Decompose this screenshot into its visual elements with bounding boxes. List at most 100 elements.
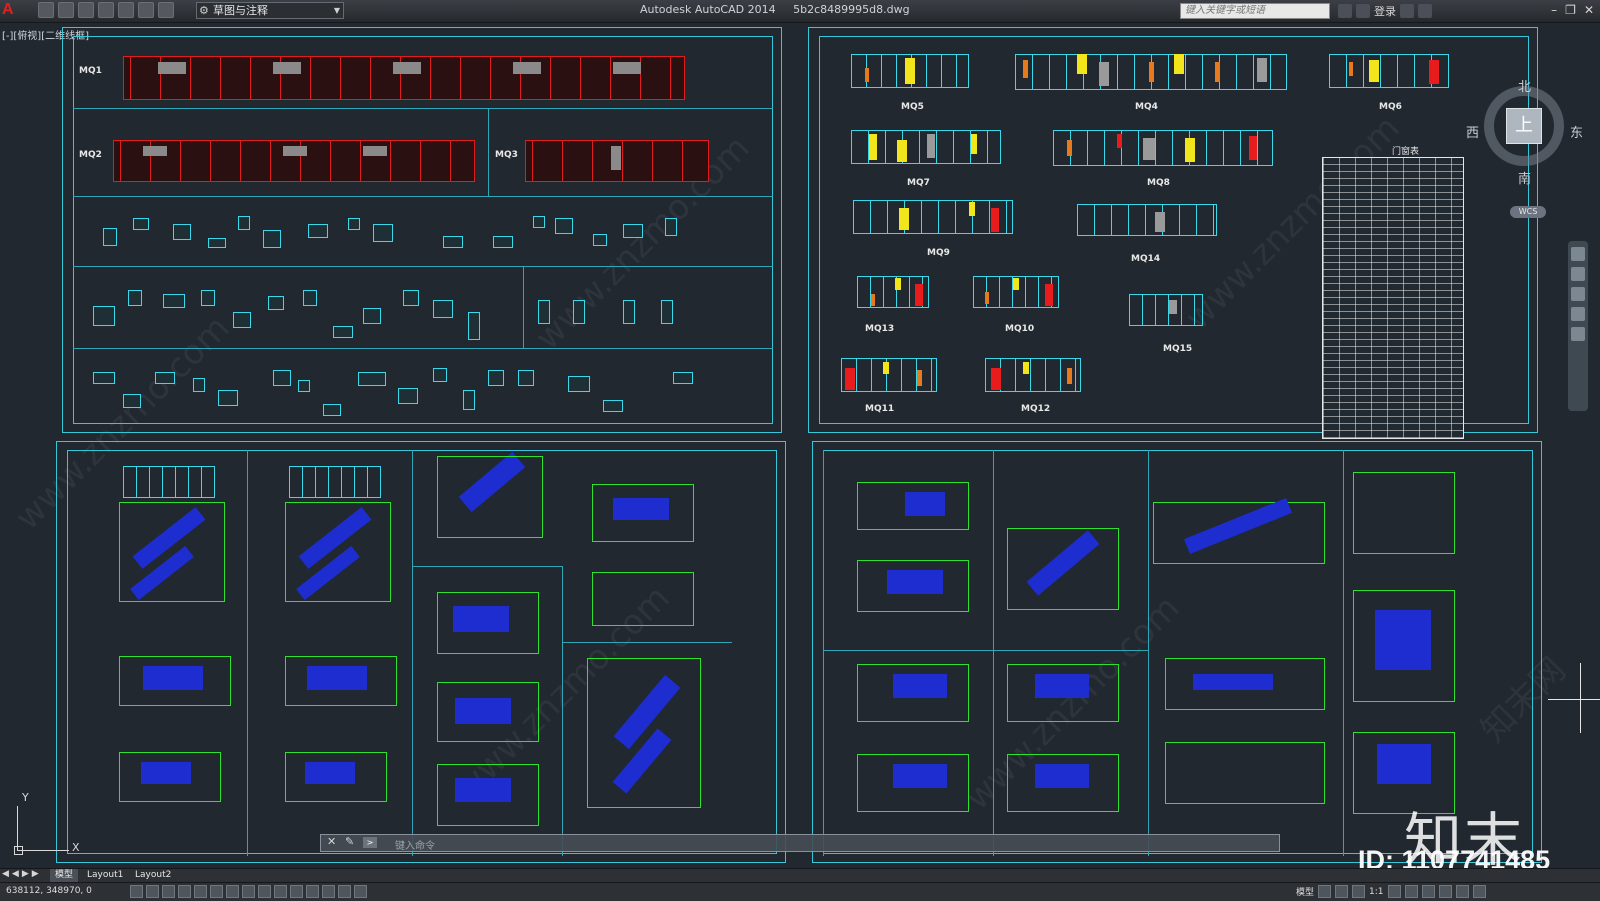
close-icon[interactable]: ✕ xyxy=(1584,3,1594,17)
exchange-icon[interactable] xyxy=(1400,4,1414,18)
save-as-icon[interactable] xyxy=(98,2,114,18)
object-snap-icon[interactable] xyxy=(210,885,223,898)
workspace-switching-icon[interactable] xyxy=(1404,885,1418,898)
restore-icon[interactable]: ❐ xyxy=(1565,3,1576,17)
curtain-wall-tag: MQ7 xyxy=(907,178,930,188)
curtain-wall-tag: MQ14 xyxy=(1131,254,1161,264)
quick-properties-icon[interactable] xyxy=(322,885,335,898)
drawing-sheet-stairs-a xyxy=(56,441,786,863)
autocad-logo-icon[interactable]: A xyxy=(2,1,20,19)
title-bar-tools: 登录 xyxy=(1338,3,1432,19)
workspace-select[interactable]: ⚙ 草图与注释 ▼ xyxy=(196,2,344,19)
command-input[interactable]: 键入命令 xyxy=(395,837,435,852)
open-file-icon[interactable] xyxy=(58,2,74,18)
zoom-icon[interactable] xyxy=(1571,287,1585,301)
viewcube-top-face[interactable]: 上 xyxy=(1506,108,1542,144)
object-snap-tracking-icon[interactable] xyxy=(242,885,255,898)
curtain-wall-tag: MQ11 xyxy=(865,404,895,414)
annotation-visibility-icon[interactable] xyxy=(1387,885,1401,898)
curtain-wall-tag: MQ4 xyxy=(1135,102,1158,112)
navigation-bar xyxy=(1568,241,1588,411)
curtain-wall-tag: MQ15 xyxy=(1163,344,1193,354)
dynamic-input-icon[interactable] xyxy=(274,885,287,898)
title-bar: A ⚙ 草图与注释 ▼ Autodesk AutoCAD 2014 5b2c84… xyxy=(0,0,1600,23)
layout-tab-bar: ◀◀▶▶ 模型 Layout1 Layout2 xyxy=(0,868,1600,883)
curtain-wall-tag: MQ5 xyxy=(901,102,924,112)
binoculars-icon[interactable] xyxy=(1338,4,1352,18)
curtain-wall-tag: MQ9 xyxy=(927,248,950,258)
elevation-tag: MQ1 xyxy=(79,66,102,76)
annotation-scale-icon[interactable] xyxy=(1352,885,1366,898)
viewcube[interactable]: 上 北 南 东 西 WCS xyxy=(1466,76,1586,226)
dynamic-ucs-icon[interactable] xyxy=(258,885,271,898)
gear-icon: ⚙ xyxy=(199,4,209,17)
curtain-wall-tag: MQ10 xyxy=(1005,324,1035,334)
infer-constraints-icon[interactable] xyxy=(130,885,143,898)
quick-view-layouts-icon[interactable] xyxy=(1318,885,1332,898)
minimize-icon[interactable]: – xyxy=(1551,3,1557,17)
compass-south[interactable]: 南 xyxy=(1518,168,1531,187)
showmotion-icon[interactable] xyxy=(1571,327,1585,341)
orbit-icon[interactable] xyxy=(1571,307,1585,321)
new-file-icon[interactable] xyxy=(38,2,54,18)
window-controls: – ❐ ✕ xyxy=(1551,3,1594,17)
quick-view-drawings-icon[interactable] xyxy=(1335,885,1349,898)
command-line[interactable]: ✕ ✎ > 键入命令 xyxy=(320,834,1280,852)
curtain-wall-tag: MQ12 xyxy=(1021,404,1051,414)
close-icon[interactable]: ✕ xyxy=(327,835,336,848)
lock-icon[interactable] xyxy=(1421,885,1435,898)
ucs-icon: Y X xyxy=(12,791,82,855)
search-input[interactable]: 键入关键字或短语 xyxy=(1180,3,1330,19)
lineweight-icon[interactable] xyxy=(290,885,303,898)
pan-icon[interactable] xyxy=(1571,267,1585,281)
quick-access-toolbar xyxy=(38,2,174,20)
tab-layout1[interactable]: Layout1 xyxy=(82,869,128,882)
isolate-objects-icon[interactable] xyxy=(1455,885,1469,898)
snap-mode-icon[interactable] xyxy=(146,885,159,898)
compass-north[interactable]: 北 xyxy=(1518,76,1531,95)
steering-wheel-icon[interactable] xyxy=(1571,247,1585,261)
compass-east[interactable]: 东 xyxy=(1570,122,1583,141)
schedule-title: 门窗表 xyxy=(1392,147,1420,157)
wcs-menu[interactable]: WCS xyxy=(1510,206,1546,218)
workspace-label: 草图与注释 xyxy=(213,4,268,17)
model-space-label[interactable]: 模型 xyxy=(1296,885,1314,898)
redo-icon[interactable] xyxy=(158,2,174,18)
tab-model[interactable]: 模型 xyxy=(50,869,79,882)
wrench-icon[interactable]: ✎ xyxy=(345,835,354,848)
annotation-monitor-icon[interactable] xyxy=(354,885,367,898)
app-name: Autodesk AutoCAD 2014 xyxy=(640,3,776,16)
login-button[interactable]: 登录 xyxy=(1374,3,1396,19)
ortho-mode-icon[interactable] xyxy=(178,885,191,898)
clean-screen-icon[interactable] xyxy=(1472,885,1486,898)
elevation-tag: MQ2 xyxy=(79,150,102,160)
3d-object-snap-icon[interactable] xyxy=(226,885,239,898)
ucs-x-label: X xyxy=(72,841,80,854)
drawing-sheet-elevations: MQ1 MQ2 MQ3 xyxy=(62,27,782,433)
undo-icon[interactable] xyxy=(138,2,154,18)
crosshair-cursor xyxy=(1548,699,1600,700)
command-prompt-icon[interactable]: > xyxy=(363,837,377,848)
status-bar-right: 模型 1:1 xyxy=(1296,885,1486,898)
tab-layout2[interactable]: Layout2 xyxy=(130,869,176,882)
help-icon[interactable] xyxy=(1418,4,1432,18)
file-name: 5b2c8489995d8.dwg xyxy=(793,3,910,16)
tab-nav-arrows-icon[interactable]: ◀◀▶▶ xyxy=(2,869,42,879)
hardware-acceleration-icon[interactable] xyxy=(1438,885,1452,898)
ucs-y-label: Y xyxy=(22,791,29,804)
drawing-canvas[interactable]: [-][俯视][二维线框] www.znzmo.com www.znzmo.co… xyxy=(0,23,1600,874)
cursor-coordinates[interactable]: 638112, 348970, 0 xyxy=(6,886,92,896)
annotation-scale[interactable]: 1:1 xyxy=(1369,887,1383,897)
user-icon[interactable] xyxy=(1356,4,1370,18)
transparency-icon[interactable] xyxy=(306,885,319,898)
window-title: Autodesk AutoCAD 2014 5b2c8489995d8.dwg xyxy=(640,3,910,16)
print-icon[interactable] xyxy=(118,2,134,18)
save-icon[interactable] xyxy=(78,2,94,18)
status-bar: 638112, 348970, 0 模型 1:1 xyxy=(0,882,1600,901)
grid-display-icon[interactable] xyxy=(162,885,175,898)
door-window-schedule-table xyxy=(1322,157,1464,439)
compass-west[interactable]: 西 xyxy=(1466,122,1479,141)
crosshair-cursor xyxy=(1580,663,1581,733)
polar-tracking-icon[interactable] xyxy=(194,885,207,898)
selection-cycling-icon[interactable] xyxy=(338,885,351,898)
